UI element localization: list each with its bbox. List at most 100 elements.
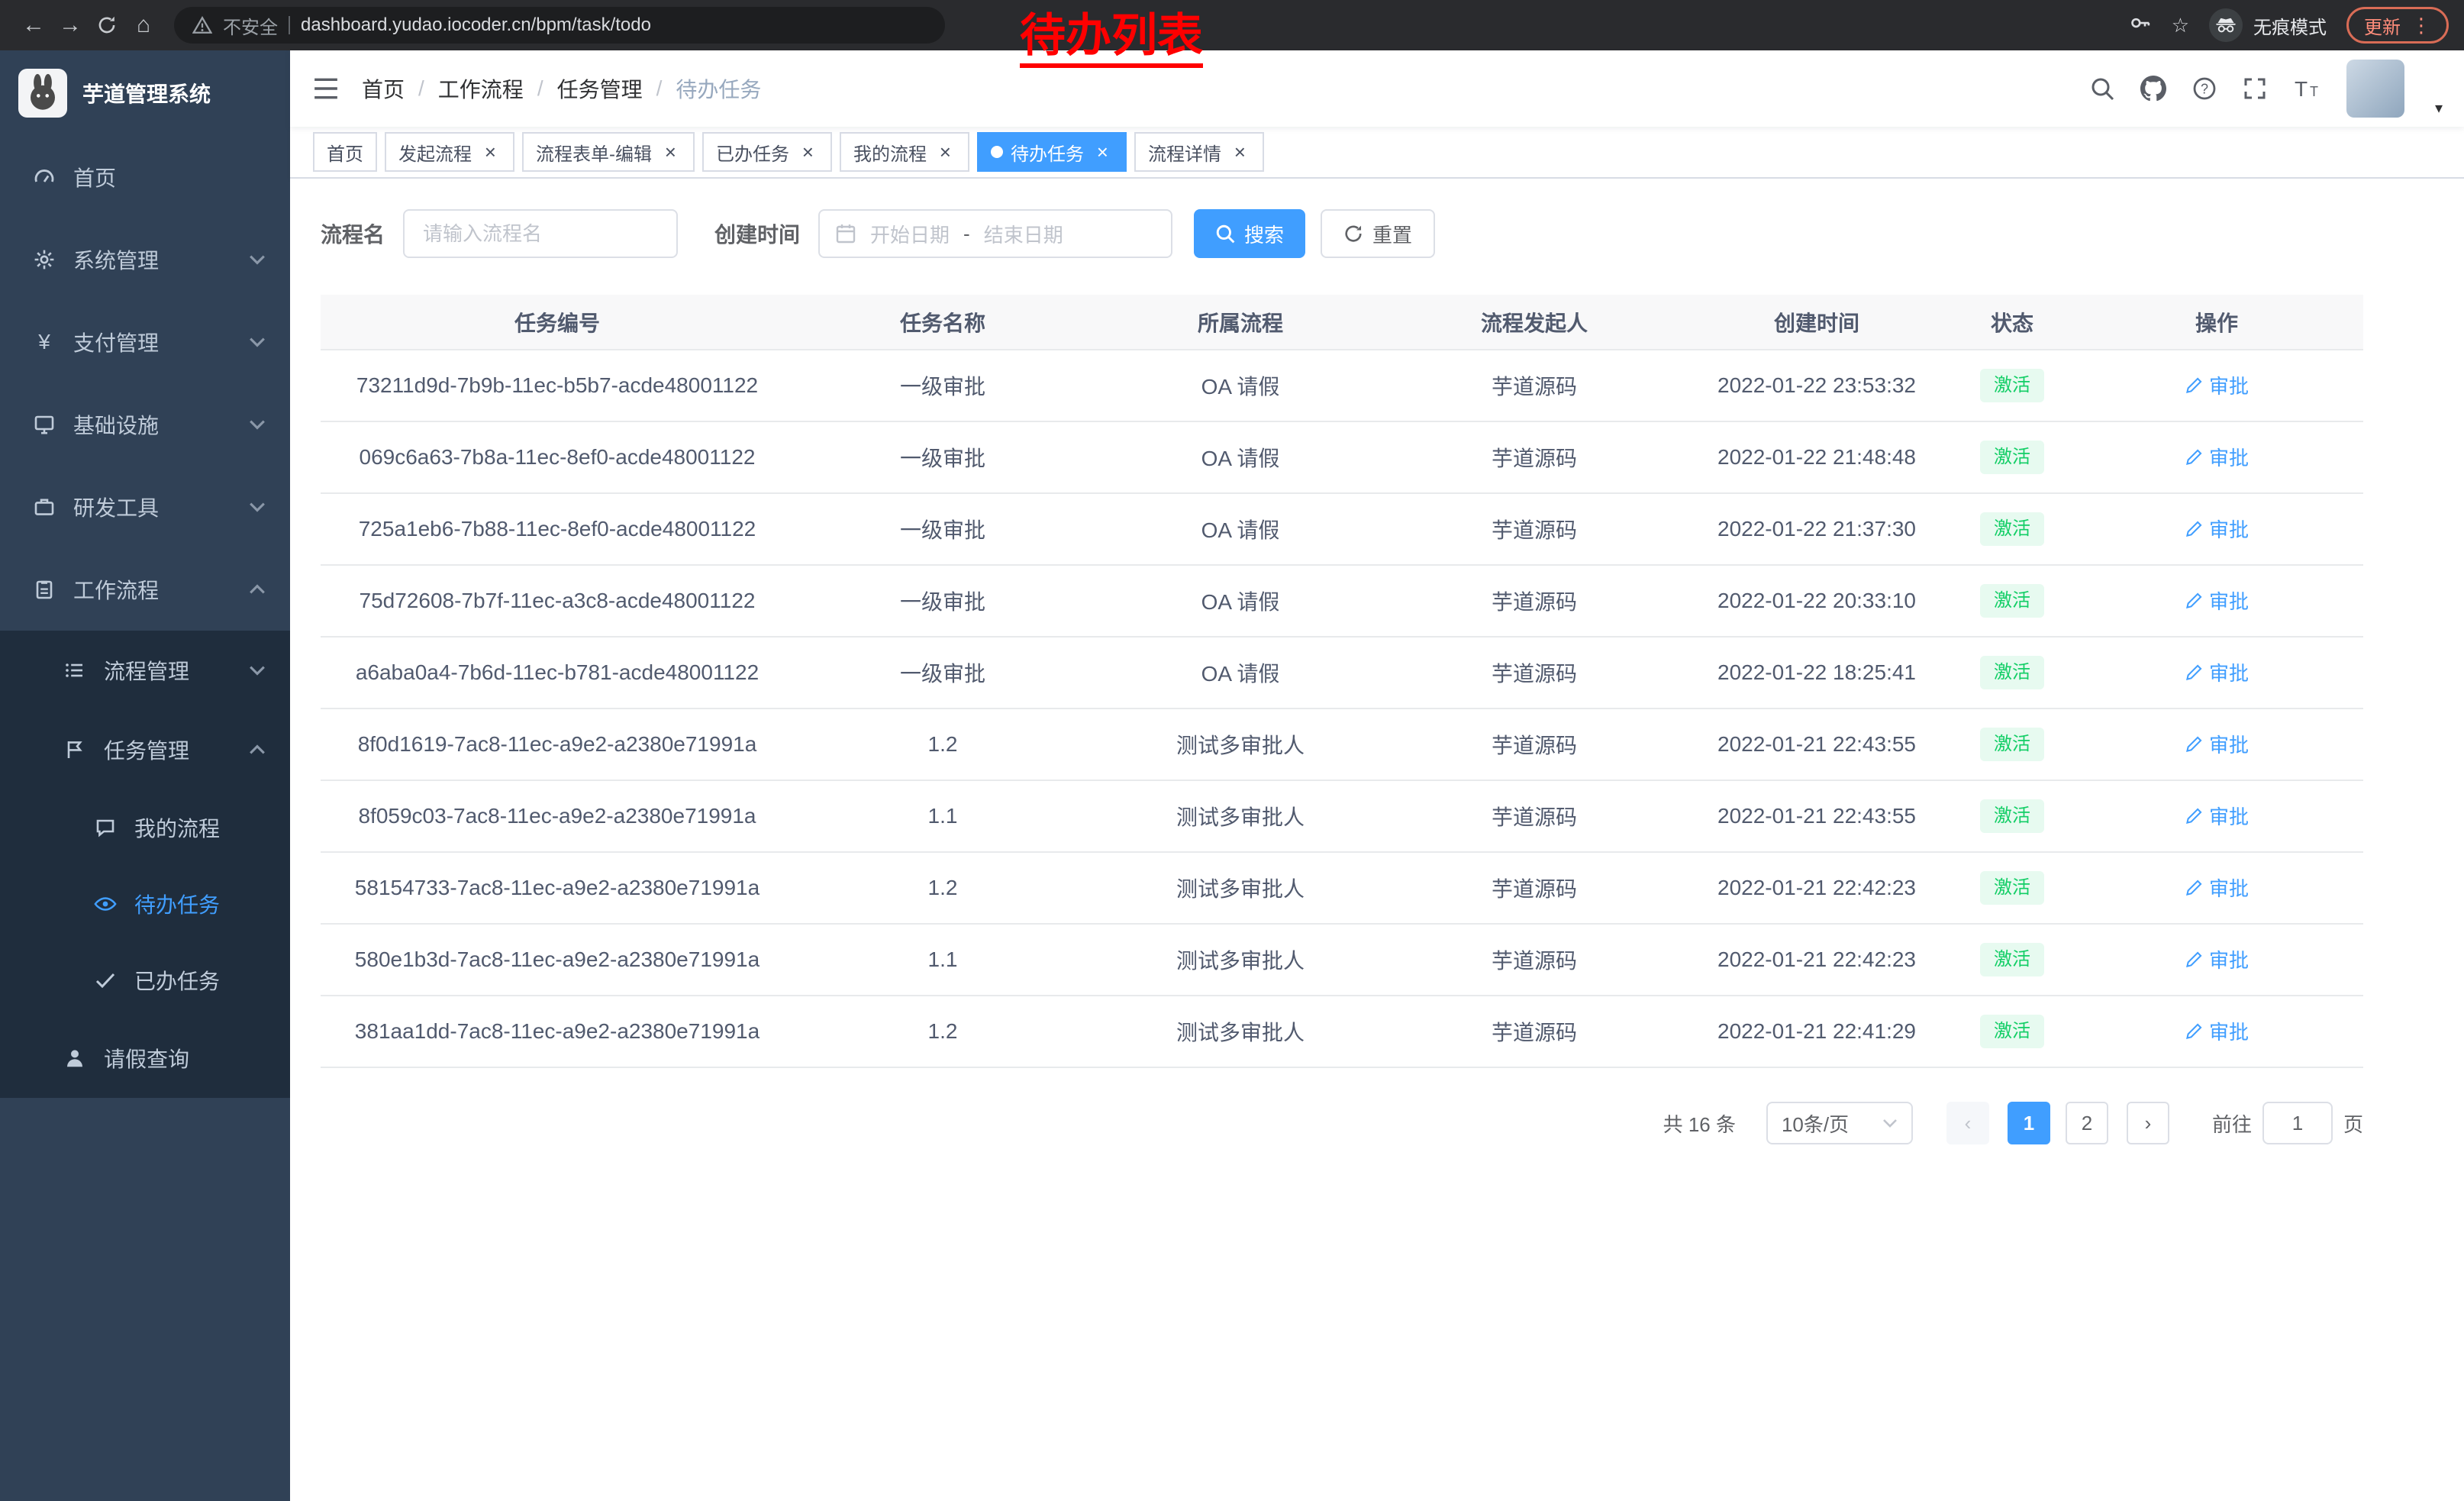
tab-label: 已办任务 [716,139,789,166]
prev-page-button[interactable]: ‹ [1946,1102,1989,1144]
help-icon[interactable]: ? [2192,76,2217,101]
edit-icon [2185,448,2203,466]
table-row: 580e1b3d-7ac8-11ec-a9e2-a2380e71991a1.1测… [321,924,2363,996]
cell-created: 2022-01-22 21:48:48 [1679,421,1954,493]
approve-button[interactable]: 审批 [2185,1017,2249,1045]
approve-button[interactable]: 审批 [2185,586,2249,615]
page-size-select[interactable]: 10条/页 [1766,1102,1913,1144]
cell-id: 381aa1dd-7ac8-11ec-a9e2-a2380e71991a [321,996,794,1067]
sidebar-item-my-processes[interactable]: 我的流程 [0,789,290,866]
sidebar-item-task-management[interactable]: 任务管理 [0,710,290,789]
date-range-picker[interactable]: 开始日期 - 结束日期 [818,209,1172,258]
sidebar-item-devtools[interactable]: 研发工具 [0,466,290,548]
main-area: 首页 / 工作流程 / 任务管理 / 待办任务 ? TT ▾ [290,50,2464,1501]
approve-label: 审批 [2209,371,2249,399]
avatar[interactable] [2346,60,2404,118]
page-button-1[interactable]: 1 [2008,1102,2050,1144]
cell-name: 1.1 [794,924,1092,996]
cell-process: 测试多审批人 [1092,924,1389,996]
search-button[interactable]: 搜索 [1194,209,1305,258]
approve-button[interactable]: 审批 [2185,515,2249,543]
approve-button[interactable]: 审批 [2185,371,2249,399]
update-button[interactable]: 更新 ⋮ [2346,7,2449,44]
reset-button[interactable]: 重置 [1321,209,1435,258]
update-label: 更新 [2364,12,2401,39]
approve-button[interactable]: 审批 [2185,802,2249,830]
breadcrumb-item-workflow[interactable]: 工作流程 [438,73,524,104]
process-name-input[interactable] [403,209,678,258]
approve-button[interactable]: 审批 [2185,443,2249,471]
chat-icon [92,817,119,838]
column-header-status: 状态 [1954,295,2070,350]
hamburger-icon[interactable] [290,77,362,100]
goto-page-input[interactable] [2262,1102,2333,1144]
cell-id: 8f0d1619-7ac8-11ec-a9e2-a2380e71991a [321,709,794,780]
yen-icon: ¥ [31,330,58,354]
search-icon[interactable] [2090,76,2114,101]
cell-name: 一级审批 [794,421,1092,493]
approve-button[interactable]: 审批 [2185,658,2249,686]
approve-label: 审批 [2209,1017,2249,1045]
back-button[interactable]: ← [15,7,52,44]
tab-close-icon[interactable]: × [479,141,501,163]
sidebar-item-infrastructure[interactable]: 基础设施 [0,383,290,466]
browser-chrome: ← → ⌂ 不安全 dashboard.yudao.iocoder.cn/bpm… [0,0,2464,50]
tab-label: 待办任务 [1011,139,1084,166]
sidebar-item-home[interactable]: 首页 [0,136,290,218]
list-icon [61,660,89,681]
table-row: 381aa1dd-7ac8-11ec-a9e2-a2380e71991a1.2测… [321,996,2363,1067]
sidebar-item-done-tasks[interactable]: 已办任务 [0,942,290,1018]
url-bar[interactable]: 不安全 dashboard.yudao.iocoder.cn/bpm/task/… [174,7,945,44]
next-page-button[interactable]: › [2127,1102,2169,1144]
page-button-2[interactable]: 2 [2066,1102,2108,1144]
fullscreen-icon[interactable] [2243,76,2267,101]
tab-item[interactable]: 发起流程× [385,132,514,172]
bookmark-star-icon[interactable]: ☆ [2172,14,2189,37]
reload-button[interactable] [89,7,125,44]
tab-item[interactable]: 待办任务 × [977,132,1127,172]
total-count-label: 共 16 条 [1663,1109,1736,1138]
approve-button[interactable]: 审批 [2185,873,2249,902]
tab-close-icon[interactable]: × [934,141,956,163]
tab-close-icon[interactable]: × [797,141,818,163]
sidebar-item-workflow[interactable]: 工作流程 [0,548,290,631]
tab-item[interactable]: 首页 [313,132,377,172]
sidebar-item-process-management[interactable]: 流程管理 [0,631,290,710]
approve-button[interactable]: 审批 [2185,945,2249,973]
sidebar-item-leave-query[interactable]: 请假查询 [0,1018,290,1098]
caret-down-icon[interactable]: ▾ [2435,98,2443,118]
tab-close-icon[interactable]: × [1229,141,1250,163]
breadcrumb-item-home[interactable]: 首页 [362,73,405,104]
cell-created: 2022-01-22 23:53:32 [1679,350,1954,421]
key-icon[interactable] [2129,11,2152,40]
tab-close-icon[interactable]: × [660,141,681,163]
forward-button[interactable]: → [52,7,89,44]
sidebar-item-label: 待办任务 [134,889,220,919]
font-size-icon[interactable]: TT [2293,76,2320,101]
sidebar: 芋道管理系统 首页 系统管理 ¥ 支付管理 [0,50,290,1501]
cell-action: 审批 [2070,996,2363,1067]
browser-menu-icon[interactable]: ⋮ [2411,14,2431,37]
tab-item[interactable]: 已办任务 × [702,132,832,172]
table-header-row: 任务编号 任务名称 所属流程 流程发起人 创建时间 状态 操作 [321,295,2363,350]
tab-item[interactable]: 流程表单-编辑× [522,132,695,172]
tab-item[interactable]: 流程详情× [1134,132,1264,172]
cell-status: 激活 [1954,709,2070,780]
sidebar-item-payment[interactable]: ¥ 支付管理 [0,301,290,383]
tab-item[interactable]: 我的流程× [840,132,969,172]
sidebar-item-system[interactable]: 系统管理 [0,218,290,301]
cell-process: 测试多审批人 [1092,709,1389,780]
reload-icon [96,15,118,36]
tab-close-icon[interactable]: × [1092,141,1113,163]
breadcrumb-item-task-management[interactable]: 任务管理 [557,73,643,104]
infrastructure-icon [31,414,58,435]
sidebar-item-todo-tasks[interactable]: 待办任务 [0,866,290,942]
github-icon[interactable] [2140,76,2166,102]
approve-button[interactable]: 审批 [2185,730,2249,758]
cell-starter: 芋道源码 [1389,924,1679,996]
cell-action: 审批 [2070,350,2363,421]
home-button[interactable]: ⌂ [125,7,162,44]
cell-starter: 芋道源码 [1389,709,1679,780]
cell-action: 审批 [2070,637,2363,709]
app-logo[interactable]: 芋道管理系统 [0,50,290,136]
